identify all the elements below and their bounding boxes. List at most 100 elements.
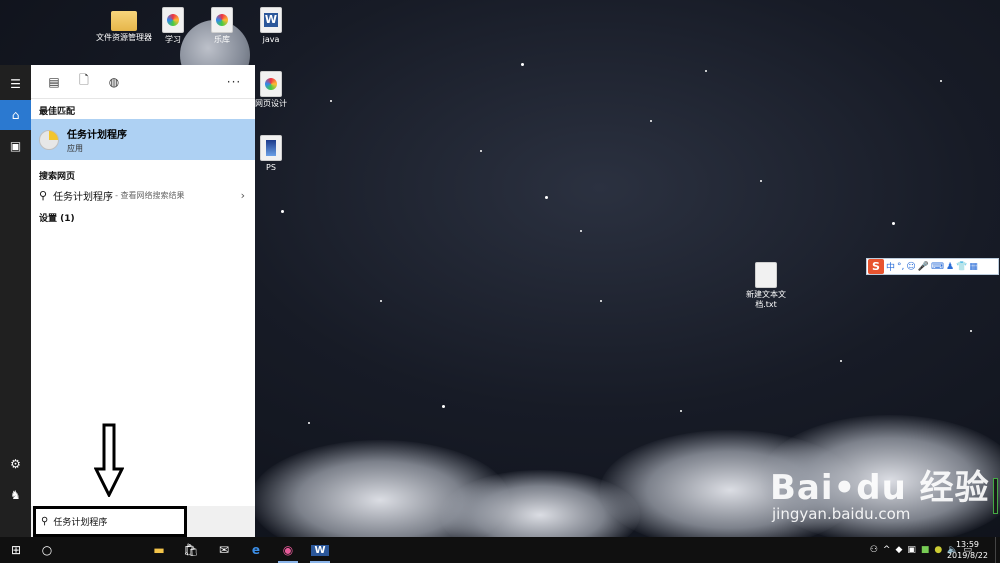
star	[521, 63, 524, 66]
home-button[interactable]: ⌂	[0, 100, 31, 130]
filter-apps-button[interactable]: ▤	[39, 67, 69, 97]
home-icon: ⌂	[11, 108, 20, 122]
user-icon[interactable]: ♟	[946, 262, 954, 272]
punctuation-icon[interactable]: °,	[897, 262, 904, 272]
search-input[interactable]: ⚲ 任务计划程序	[33, 506, 187, 537]
clock-time: 13:59	[955, 540, 980, 549]
star	[760, 180, 762, 182]
sogou-logo-icon[interactable]: S	[868, 259, 884, 274]
tray-app-icon[interactable]: ■	[921, 545, 930, 555]
store-icon: 🛍	[183, 543, 199, 557]
more-options-button[interactable]: ···	[219, 67, 249, 97]
taskbar-edge[interactable]: e	[242, 537, 270, 563]
search-results-panel: ▤ 🗋 ◍ ··· 最佳匹配 任务计划程序 应用 搜索网页 ⚲ 任务计划程序 -…	[31, 65, 255, 537]
photoshop-document-icon	[260, 135, 282, 161]
filter-documents-button[interactable]: 🗋	[69, 67, 99, 97]
star	[840, 360, 842, 362]
best-match-name: 任务计划程序	[67, 129, 127, 141]
star	[545, 196, 548, 199]
mail-icon: ✉	[218, 543, 230, 557]
best-match-heading: 最佳匹配	[39, 107, 76, 117]
watermark-logo: Bai•du 经验	[770, 468, 990, 508]
filter-web-button[interactable]: ◍	[99, 67, 129, 97]
star	[970, 330, 972, 332]
clock-date: 2019/8/22	[946, 551, 988, 560]
document-icon	[162, 7, 184, 33]
best-match-result[interactable]: 任务计划程序 应用	[31, 119, 255, 160]
keyboard-icon[interactable]: ⌨	[931, 262, 944, 272]
ime-language-toggle[interactable]: 中	[886, 260, 895, 273]
star	[892, 222, 895, 225]
ime-toolbar[interactable]: S 中 °, ☺ 🎤 ⌨ ♟ 👕 ▦	[866, 258, 999, 275]
search-icon: ⚲	[39, 188, 48, 202]
tray-app-icon[interactable]: ●	[934, 545, 942, 555]
star	[480, 150, 482, 152]
web-search-heading: 搜索网页	[39, 172, 76, 182]
star	[600, 300, 602, 302]
web-search-result[interactable]: ⚲ 任务计划程序 - 查看网络搜索结果 ›	[31, 184, 255, 206]
chevron-right-icon[interactable]: ›	[241, 189, 245, 202]
star	[650, 120, 652, 122]
search-input-value: 任务计划程序	[53, 518, 108, 528]
web-search-query: 任务计划程序	[53, 191, 114, 203]
start-button[interactable]: ⊞	[2, 537, 30, 563]
word-document-icon	[260, 7, 282, 33]
floating-widget[interactable]	[993, 478, 998, 514]
cortana-circle-icon: ○	[41, 543, 53, 557]
folder-icon: ▬	[153, 543, 165, 557]
cortana-button[interactable]: ○	[33, 537, 61, 563]
document-icon: 🗋	[79, 73, 89, 87]
star	[380, 300, 382, 302]
best-match-type: 应用	[67, 143, 83, 153]
taskbar: ⊞ ○ ▬ 🛍 ✉ e ◉ W ⚇ ^ ◆ ▣ ■ ● 🔈 ▭ 13:59 20…	[0, 537, 1000, 563]
star	[330, 100, 332, 102]
browser-icon: ◉	[282, 543, 294, 557]
clock[interactable]: 13:59 2019/8/22	[947, 539, 988, 561]
network-icon[interactable]: ▣	[907, 545, 916, 555]
web-search-suffix: - 查看网络搜索结果	[115, 190, 185, 200]
taskbar-word[interactable]: W	[306, 537, 334, 563]
desktop-icon-java[interactable]: java	[241, 7, 301, 45]
feedback-button[interactable]: ♞	[0, 480, 31, 510]
star	[940, 80, 942, 82]
settings-button[interactable]: ⚙	[0, 449, 31, 479]
desktop-icon-label: 新建文本文档.txt	[746, 290, 786, 309]
skin-icon[interactable]: 👕	[956, 262, 967, 272]
hamburger-icon: ☰	[10, 77, 21, 91]
gear-icon: ⚙	[10, 457, 21, 471]
baidu-watermark: Bai•du 经验 jingyan.baidu.com	[770, 460, 990, 523]
document-icon	[260, 71, 282, 97]
taskbar-browser[interactable]: ◉	[274, 537, 302, 563]
document-icon	[211, 7, 233, 33]
task-scheduler-icon	[39, 129, 59, 150]
star	[281, 210, 284, 213]
desktop-icon-newtext[interactable]: 新建文本文档.txt	[736, 262, 796, 310]
taskbar-file-explorer[interactable]: ▬	[145, 537, 173, 563]
tray-app-icon[interactable]: ◆	[895, 545, 902, 555]
apps-icon: ▤	[48, 74, 60, 89]
taskbar-mail[interactable]: ✉	[210, 537, 238, 563]
emoji-icon[interactable]: ☺	[906, 262, 915, 272]
feedback-icon: ♞	[10, 488, 21, 502]
word-icon: W	[311, 544, 329, 556]
star	[705, 70, 707, 72]
annotation-arrow-down	[94, 423, 124, 497]
notebook-button[interactable]: ▣	[0, 131, 31, 161]
folder-icon	[111, 11, 137, 31]
chevron-up-icon[interactable]: ^	[883, 545, 891, 555]
desktop-icon-label: java	[262, 35, 280, 44]
star	[308, 422, 310, 424]
hamburger-menu-button[interactable]: ☰	[0, 69, 31, 99]
microphone-icon[interactable]: 🎤	[918, 262, 929, 272]
notebook-icon: ▣	[9, 139, 22, 153]
text-file-icon	[755, 262, 777, 288]
toolbox-icon[interactable]: ▦	[969, 262, 978, 272]
taskbar-store[interactable]: 🛍	[177, 537, 205, 563]
settings-heading[interactable]: 设置 (1)	[31, 206, 255, 226]
star	[442, 405, 445, 408]
show-desktop-button[interactable]	[995, 537, 1000, 563]
people-icon[interactable]: ⚇	[870, 545, 878, 555]
search-icon: ⚲	[41, 516, 49, 527]
star	[680, 410, 682, 412]
start-menu-rail: ☰ ⌂ ▣ ⚙ ♞	[0, 65, 31, 537]
